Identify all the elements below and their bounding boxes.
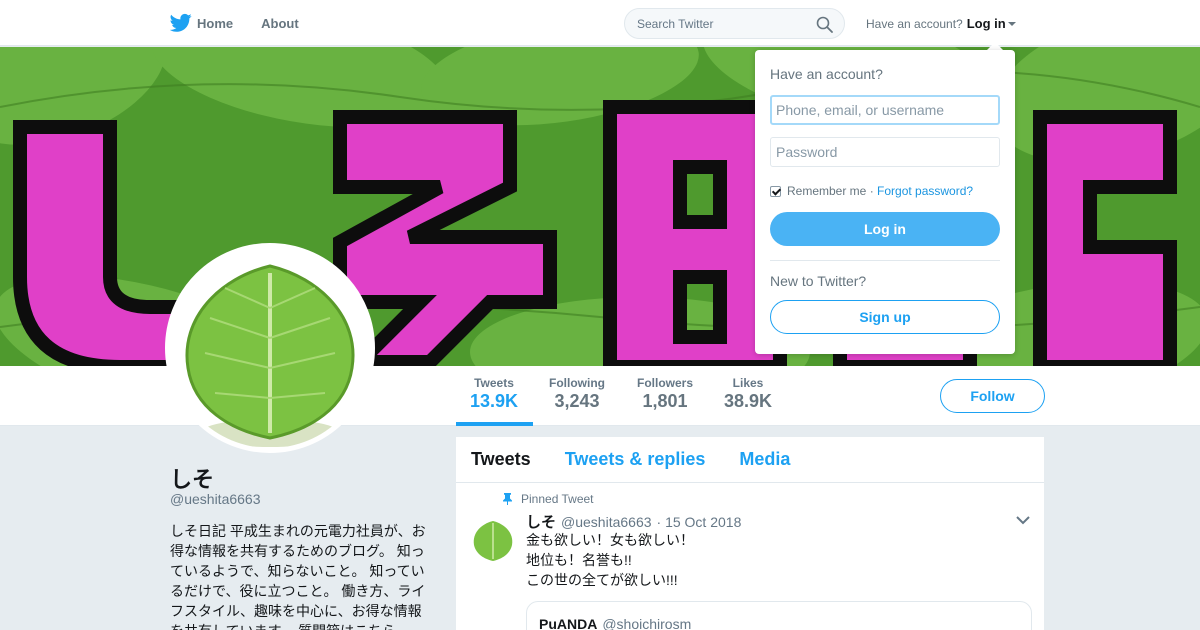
account-menu: Have an account? Log in xyxy=(866,16,1016,31)
remember-me-checkbox[interactable] xyxy=(770,185,781,197)
top-nav: Home About Search Twitter Have an accoun… xyxy=(0,0,1200,46)
stat-following-label: Following xyxy=(549,376,605,390)
tweet-text: 金も欲しい！女も欲しい！ 地位も！名誉も!! この世の全てが欲しい!!! xyxy=(526,530,694,590)
stat-followers[interactable]: Followers 1,801 xyxy=(634,376,696,412)
stat-tweets-label: Tweets xyxy=(474,376,514,390)
timeline: Tweets Tweets & replies Media Pinned Twe… xyxy=(456,437,1044,630)
tweet-avatar[interactable] xyxy=(470,517,516,563)
quoted-tweet[interactable]: PuANDA @shoichirosm xyxy=(526,601,1032,630)
profile-handle[interactable]: @ueshita6663 xyxy=(170,491,261,507)
follow-button[interactable]: Follow xyxy=(940,379,1045,413)
login-menu-toggle[interactable]: Log in xyxy=(967,16,1006,31)
pinned-indicator: Pinned Tweet xyxy=(502,492,594,506)
quoted-author-handle: @shoichirosm xyxy=(602,616,692,630)
tweet-header: しそ @ueshita6663 · 15 Oct 2018 xyxy=(526,511,741,532)
shiso-leaf-image xyxy=(170,248,370,448)
remember-me-label[interactable]: Remember me xyxy=(787,184,866,198)
profile-avatar[interactable] xyxy=(165,243,375,453)
search-placeholder: Search Twitter xyxy=(637,17,714,31)
new-to-twitter-label: New to Twitter? xyxy=(770,273,867,289)
tweet-author-handle[interactable]: @ueshita6663 xyxy=(561,514,652,530)
account-prompt: Have an account? xyxy=(866,16,963,31)
signup-button[interactable]: Sign up xyxy=(770,300,1000,334)
password-input[interactable]: Password xyxy=(770,137,1000,167)
chevron-down-icon[interactable] xyxy=(1016,515,1030,525)
stat-followers-value: 1,801 xyxy=(642,391,688,411)
timeline-tabs: Tweets Tweets & replies Media xyxy=(456,437,1044,483)
login-dropdown-title: Have an account? xyxy=(770,66,883,82)
remember-separator: · xyxy=(866,184,878,198)
search-icon[interactable] xyxy=(816,16,833,33)
search-input[interactable]: Search Twitter xyxy=(624,8,845,39)
stat-likes-value: 38.9K xyxy=(723,391,773,411)
tweet-avatar-leaf xyxy=(470,517,516,563)
pinned-label: Pinned Tweet xyxy=(521,492,594,506)
active-stat-underline xyxy=(456,422,533,426)
nav-home-label: Home xyxy=(197,15,234,31)
tweet-date[interactable]: · 15 Oct 2018 xyxy=(657,514,742,530)
tweet-line: 地位も！名誉も!! xyxy=(526,552,632,568)
nav-home[interactable]: Home xyxy=(170,13,233,33)
profile-bio: しそ日記 平成生まれの元電力社員が、お得な情報を共有するためのブログ。 知ってい… xyxy=(170,523,426,630)
username-input[interactable]: Phone, email, or username xyxy=(770,95,1000,125)
stat-following[interactable]: Following 3,243 xyxy=(546,376,608,412)
stat-tweets[interactable]: Tweets 13.9K xyxy=(470,376,518,412)
forgot-password-link[interactable]: Forgot password? xyxy=(877,184,973,198)
tweet-line: 金も欲しい！女も欲しい！ xyxy=(526,532,694,548)
stat-likes[interactable]: Likes 38.9K xyxy=(722,376,774,412)
login-dropdown: Have an account? Phone, email, or userna… xyxy=(755,50,1015,354)
quoted-author-name: PuANDA xyxy=(539,616,598,630)
dropdown-divider xyxy=(770,260,1000,261)
stat-followers-label: Followers xyxy=(636,376,693,390)
pin-icon xyxy=(503,493,512,505)
tweet-author-name[interactable]: しそ xyxy=(526,511,556,532)
tweet-line: この世の全てが欲しい!!! xyxy=(526,572,678,588)
nav-about[interactable]: About xyxy=(261,16,299,31)
tab-tweets[interactable]: Tweets xyxy=(471,449,531,470)
tab-media[interactable]: Media xyxy=(739,449,790,470)
profile-name: しそ xyxy=(170,467,215,492)
caret-down-icon[interactable] xyxy=(1007,21,1016,26)
dropdown-arrow xyxy=(987,42,1003,50)
quoted-tweet-header: PuANDA @shoichirosm xyxy=(539,616,691,630)
stat-following-value: 3,243 xyxy=(554,391,600,411)
nav-left: Home About xyxy=(170,0,327,46)
stat-tweets-value: 13.9K xyxy=(470,391,519,411)
twitter-bird-icon xyxy=(170,13,192,32)
stat-likes-label: Likes xyxy=(732,376,764,390)
tab-tweets-replies[interactable]: Tweets & replies xyxy=(565,449,706,470)
remember-row: Remember me · Forgot password? xyxy=(770,184,973,198)
login-button[interactable]: Log in xyxy=(770,212,1000,246)
